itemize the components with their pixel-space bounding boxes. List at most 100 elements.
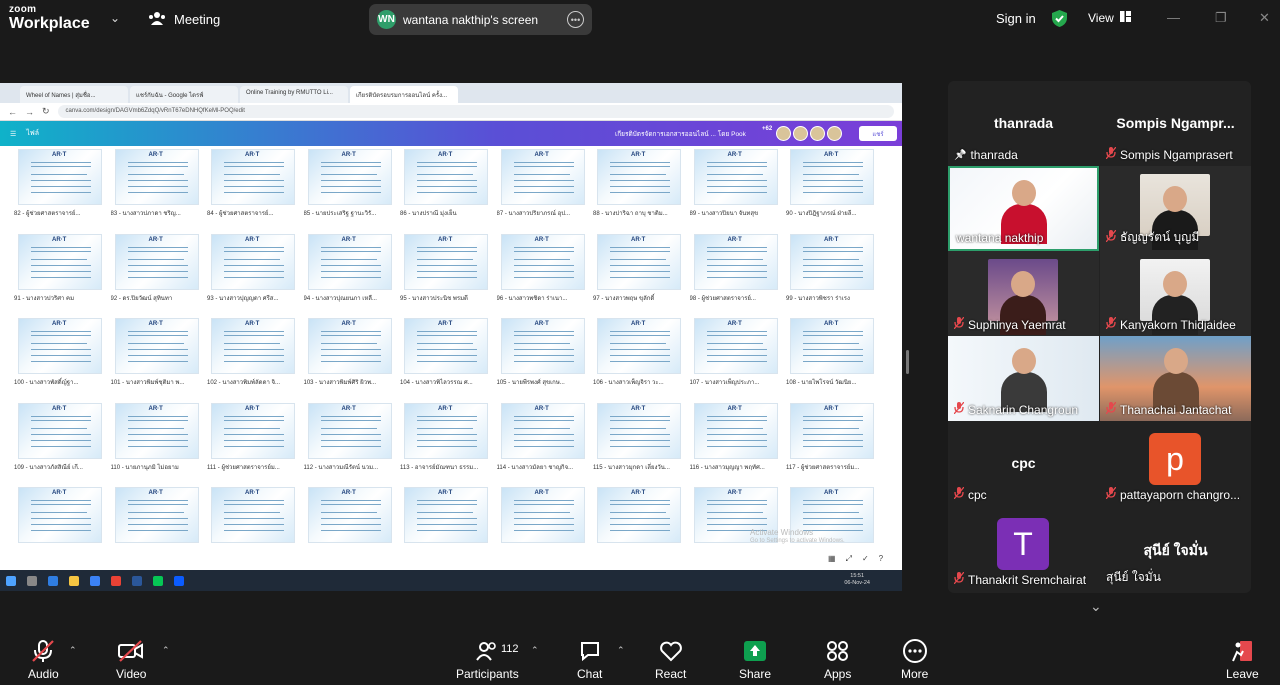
certificate-page[interactable]: AR·T <box>497 487 587 569</box>
audio-options-caret[interactable]: ⌃ <box>69 645 77 656</box>
canva-file-menu[interactable]: ไฟล์ <box>26 128 39 139</box>
certificate-page[interactable]: AR·T 97 - นางสาวพฤษ ขุลักดิ์ <box>593 233 683 316</box>
chevron-down-icon[interactable]: ⌄ <box>110 11 120 25</box>
reload-icon[interactable]: ↻ <box>42 106 50 117</box>
certificate-page[interactable]: AR·T 95 - นางสาวประนิช พรมดี <box>400 233 490 316</box>
url-input[interactable]: canva.com/design/DAGVmb6ZdqQ/vRnT67eDNHQ… <box>57 105 894 118</box>
help-icon[interactable]: ? <box>879 554 883 564</box>
certificate-page[interactable]: AR·T 117 - ผู้ช่วยศาสตราจารย์ม... <box>786 402 876 485</box>
hamburger-icon[interactable]: ☰ <box>10 130 16 138</box>
certificate-page[interactable]: AR·T 90 - นางปิฎิฐาภรณ์ ฝ่ายลี... <box>786 149 876 231</box>
grid-icon[interactable]: ▦ <box>828 554 836 564</box>
leave-button[interactable]: Leave <box>1226 639 1259 681</box>
certificate-page[interactable]: AR·T 98 - ผู้ช่วยศาสตราจารย์... <box>690 233 780 316</box>
close-icon[interactable]: ✕ <box>1259 10 1270 26</box>
certificate-page[interactable]: AR·T 106 - นางสาวเพ็ญจิรา วะ... <box>593 318 683 400</box>
video-button[interactable]: Video <box>116 639 146 681</box>
expand-icon[interactable]: ⤢ <box>846 554 852 564</box>
certificate-page[interactable]: AR·T 113 - อาจารย์มัณฑนา ธรรม... <box>400 402 490 485</box>
participants-options-caret[interactable]: ⌃ <box>531 645 539 656</box>
certificate-page[interactable]: AR·T 100 - นางสาวพัสดิ์ญ์ฐา... <box>14 318 104 400</box>
view-menu[interactable]: View <box>1088 11 1131 25</box>
restore-icon[interactable]: ❐ <box>1215 10 1227 26</box>
chat-button[interactable]: Chat <box>577 639 602 681</box>
certificate-page[interactable]: AR·T 102 - นางสาวพิมพ์ลัดดา จิ... <box>207 318 297 400</box>
certificate-page[interactable]: AR·T <box>111 487 201 569</box>
split-resize-handle[interactable] <box>906 350 909 374</box>
back-icon[interactable]: ← <box>8 107 17 117</box>
mail-icon[interactable] <box>90 575 100 586</box>
browser-tab[interactable]: Wheel of Names | สุ่มชื่อ... <box>20 86 128 103</box>
certificate-page[interactable]: AR·T 94 - นางสาวปุณยนภา เหลื... <box>304 233 394 316</box>
minimize-icon[interactable]: — <box>1167 10 1180 25</box>
certificate-page[interactable]: AR·T 107 - นางสาวเพ็ญประภา... <box>690 318 780 400</box>
chrome-icon[interactable] <box>111 575 121 586</box>
certificate-page[interactable]: AR·T 110 - นายภานุภมิ ไม่อยาม <box>111 402 201 485</box>
more-options-icon[interactable]: ••• <box>567 11 584 28</box>
apps-button[interactable]: Apps <box>824 639 851 681</box>
participant-tile[interactable]: cpc cpc <box>948 421 1099 506</box>
line-icon[interactable] <box>153 575 163 586</box>
edge-icon[interactable] <box>48 575 58 586</box>
certificate-page[interactable]: AR·T 96 - นางสาวพชิดา ร่าเนา... <box>497 233 587 316</box>
certificate-page[interactable]: AR·T 89 - นางสาวปิยนา จันทสุข <box>690 149 780 231</box>
participant-tile[interactable]: Kanyakorn Thidjaidee <box>1100 251 1251 336</box>
word-icon[interactable] <box>132 575 142 586</box>
windows-start-icon[interactable] <box>6 575 16 586</box>
certificate-page[interactable]: AR·T 88 - นางปาริฉา ถาบุ ชาติม... <box>593 149 683 231</box>
participant-tile[interactable]: thanrada 📌 thanrada <box>948 81 1099 166</box>
certificate-page[interactable]: AR·T 114 - นางสาวมัลยา ชาญกิจ... <box>497 402 587 485</box>
certificate-page[interactable]: AR·T 105 - นายพีรพงศ์ สุขเกษ... <box>497 318 587 400</box>
certificate-page[interactable]: AR·T 112 - นางสาวมณีรัตน์ นวม... <box>304 402 394 485</box>
participant-tile[interactable]: T Thanakrit Sremchairat <box>948 506 1099 591</box>
zoom-icon[interactable] <box>174 575 184 586</box>
certificate-page[interactable]: AR·T <box>400 487 490 569</box>
certificate-page[interactable]: AR·T <box>304 487 394 569</box>
participant-tile[interactable]: ธัญญรัตน์ บุญมี <box>1100 166 1251 251</box>
participant-tile[interactable]: Saknarin Changroun <box>948 336 1099 421</box>
certificate-page[interactable]: AR·T 103 - นางสาวพิมพ์ศิริ ผิวพ... <box>304 318 394 400</box>
forward-icon[interactable]: → <box>25 107 34 117</box>
certificate-page[interactable]: AR·T 109 - นางสาวภัสสิณีย์ เกี... <box>14 402 104 485</box>
certificate-page[interactable]: AR·T <box>207 487 297 569</box>
participant-tile[interactable]: Sompis Ngampr... Sompis Ngamprasert <box>1100 81 1251 166</box>
check-icon[interactable]: ✓ <box>862 554 869 564</box>
certificate-page[interactable]: AR·T 84 - ผู้ช่วยศาสตราจารย์... <box>207 149 297 231</box>
shield-check-icon[interactable] <box>1051 9 1068 33</box>
certificate-page[interactable]: AR·T 104 - นางสาวพิไลวรรณ ศ... <box>400 318 490 400</box>
certificate-page[interactable]: AR·T 85 - นายประเสริฐ ฐานะวิรั... <box>304 149 394 231</box>
certificate-page[interactable]: AR·T 91 - นางสาวปวริศา คม <box>14 233 104 316</box>
video-options-caret[interactable]: ⌃ <box>162 645 170 656</box>
browser-tab[interactable]: Online Training by RMUTTO Li... <box>240 86 348 103</box>
audio-button[interactable]: Audio <box>28 639 59 681</box>
meeting-menu[interactable]: Meeting <box>148 11 220 28</box>
certificate-page[interactable]: AR·T <box>14 487 104 569</box>
canva-design-title[interactable]: เกียรติบัตรจัดการเอกสารออนไลน์ ... โดย P… <box>615 129 746 139</box>
certificate-page[interactable]: AR·T 93 - นางสาวปุญญดา ศรีส... <box>207 233 297 316</box>
participant-tile[interactable]: p pattayaporn changro... <box>1100 421 1251 506</box>
certificate-page[interactable]: AR·T 115 - นางสาวมุกดา เลี่ยงวัน... <box>593 402 683 485</box>
share-button[interactable]: Share <box>739 639 771 681</box>
certificate-page[interactable]: AR·T <box>593 487 683 569</box>
certificate-page[interactable]: AR·T 92 - ดร.ปิยวัฒน์ สุทินทา <box>111 233 201 316</box>
folder-icon[interactable] <box>69 575 79 586</box>
chat-options-caret[interactable]: ⌃ <box>617 645 625 656</box>
certificate-page[interactable]: AR·T 108 - นายไพโรจน์ วัฒนิย... <box>786 318 876 400</box>
gallery-next-page-icon[interactable]: ⌄ <box>1090 598 1102 615</box>
participant-tile[interactable]: สุนีย์ ใจมั่น สุนีย์ ใจมั่น <box>1100 506 1251 591</box>
certificate-page[interactable]: AR·T 83 - นางสาวปภาดา ชริญ... <box>111 149 201 231</box>
more-button[interactable]: More <box>901 639 928 681</box>
certificate-page[interactable]: AR·T 99 - นางสาวพิชรา ร่าเรง <box>786 233 876 316</box>
share-source-pill[interactable]: WN wantana nakthip's screen ••• <box>369 4 592 35</box>
certificate-page[interactable]: AR·T 82 - ผู้ช่วยศาสตราจารย์... <box>14 149 104 231</box>
react-button[interactable]: React <box>655 639 686 681</box>
participant-tile[interactable]: wantana nakthip <box>948 166 1099 251</box>
browser-tab-active[interactable]: เกียรติบัตรอบรมการออนไลน์ ครั้ง... <box>350 86 458 103</box>
search-icon[interactable] <box>27 575 37 586</box>
browser-tab[interactable]: แชร์กับฉัน - Google ไดรฟ์ <box>130 86 238 103</box>
participant-tile[interactable]: Thanachai Jantachat <box>1100 336 1251 421</box>
participant-tile[interactable]: Suphinya Yaemrat <box>948 251 1099 336</box>
certificate-page[interactable]: AR·T 101 - นางสาวพิมพ์ชุติมา พ... <box>111 318 201 400</box>
certificate-page[interactable]: AR·T 116 - นางสาวมุญญา พฤทัศ... <box>690 402 780 485</box>
certificate-page[interactable]: AR·T 111 - ผู้ช่วยศาสตราจารย์ม... <box>207 402 297 485</box>
